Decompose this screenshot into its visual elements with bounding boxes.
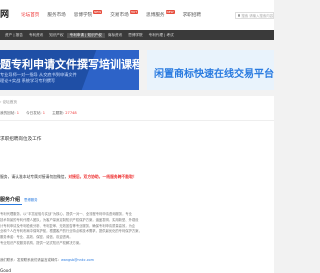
subnav-item[interactable]: 专利申请 | 知识产权	[66, 32, 105, 38]
banner-left-subtitle-2: 理论+实战 系统学习专利撰写	[0, 78, 56, 83]
nav-item[interactable]: 求职招聘	[179, 12, 205, 18]
warning-highlight: 对接后，双方协助，一线服务跨不能取！	[68, 174, 137, 179]
sub-nav: 资产 | 报告 专利资讯 知识产权 专利申请 | 知识产权 商标资讯 思博学院 专利代理 |…	[0, 30, 274, 40]
subnav-item[interactable]: 专利资讯	[26, 33, 46, 38]
banner-trademark-trading[interactable]: 闲置商标快速在线交易平台	[147, 50, 274, 90]
stat-value: 1	[42, 111, 46, 115]
main-nav: 论坛首页 服务市场 思博学院 NEW 交易市场 HOT 思博服务 NEW 求职招聘	[17, 0, 205, 30]
stat-label: 今日发帖:	[26, 111, 42, 115]
subnav-item[interactable]: 商标资讯	[105, 33, 125, 38]
banner-right-title: 闲置商标快速在线交易平台	[154, 69, 274, 80]
safety-warning: 服务，请认准本站专属对接请勿加微信，对接后，双方协助，一线服务跨不能取！	[0, 174, 137, 180]
nav-badge: NEW	[165, 10, 175, 14]
nav-item[interactable]: 思博服务 NEW	[142, 10, 179, 18]
warning-text: 服务，请认准本站专属对接请勿加微信，	[0, 174, 69, 179]
stat-value: 27748	[65, 111, 77, 115]
nav-badge: HOT	[129, 10, 139, 14]
nav-item-label: 论坛首页	[21, 13, 40, 18]
nav-item-label: 交易市场	[110, 13, 129, 18]
nav-item-label: 服务市场	[47, 13, 66, 18]
contact-email-link[interactable]: wangsb@nnkc.com	[61, 258, 94, 262]
stat-item: 主题数: 27748	[52, 111, 77, 116]
service-section-title: 服务介绍	[0, 197, 21, 203]
divider	[0, 120, 274, 121]
nav-item-label: 思博学院	[73, 13, 93, 18]
stat-value: 1	[16, 111, 20, 115]
service-section-subtitle: 思博服务	[24, 198, 38, 202]
contact-text: 我们联系：发现联系我们请留言或邮件：	[0, 258, 62, 262]
subnav-item[interactable]: 知识产权	[46, 33, 66, 38]
stat-label: 主题数:	[52, 111, 65, 115]
breadcrumb[interactable]: › 论坛首页	[0, 100, 17, 105]
nav-badge: NEW	[93, 10, 103, 14]
banner-left-title: 题专利申请文件撰写培训课程	[0, 58, 139, 71]
stat-item: 我的回帖: 1	[0, 111, 19, 116]
contact-line: 我们联系：发现联系我们请留言或邮件：wangsb@nnkc.com	[0, 257, 94, 262]
section-underline	[0, 204, 22, 205]
site-header: 网 论坛首页 服务市场 思博学院 NEW 交易市场 HOT 思博服务 NEW 求职招聘 搜索 请…	[0, 0, 274, 30]
stat-label: 我的回帖:	[0, 111, 16, 115]
signature: Good	[0, 268, 12, 273]
subnav-item[interactable]: 资产 | 报告	[2, 33, 26, 38]
subnav-item[interactable]: 专利代理 | 考试	[146, 33, 177, 38]
nav-item-label: 思博服务	[146, 13, 165, 18]
nav-item[interactable]: 交易市场 HOT	[106, 10, 142, 18]
search-icon[interactable]	[238, 14, 241, 17]
nav-item-label: 求职招聘	[182, 13, 202, 18]
thread-panel: › 论坛首页 我的回帖: 1 今日发帖: 1 主题数: 27748 求职招聘岗位及工…	[0, 96, 274, 273]
service-description: 专利代理服务，以“丰富经验与实战”为核心，提供一对一、全流程专利申请咨询服务，专…	[0, 212, 200, 247]
search-box[interactable]: 搜索 请输入搜索内容	[235, 12, 274, 19]
site-logo[interactable]: 网	[0, 11, 9, 20]
post-title[interactable]: 求职招聘岗位及工作	[0, 136, 41, 142]
search-placeholder: 搜索 请输入搜索内容	[241, 14, 273, 18]
stat-item: 今日发帖: 1	[26, 111, 45, 116]
service-text-line: 专业知识产权服务机构，提供一站式知识产权解决方案。	[0, 240, 83, 245]
nav-item[interactable]: 论坛首页	[17, 12, 43, 18]
nav-item[interactable]: 思博学院 NEW	[70, 10, 107, 18]
forum-stats: 我的回帖: 1 今日发帖: 1 主题数: 27748	[0, 111, 77, 116]
nav-item[interactable]: 服务市场	[43, 12, 69, 18]
banner-patent-training[interactable]: 题专利申请文件撰写培训课程 专业导师一对一指导 从交底书到申请文件 理论+实战 …	[0, 50, 139, 90]
subnav-item[interactable]: 思博学院	[125, 33, 145, 38]
